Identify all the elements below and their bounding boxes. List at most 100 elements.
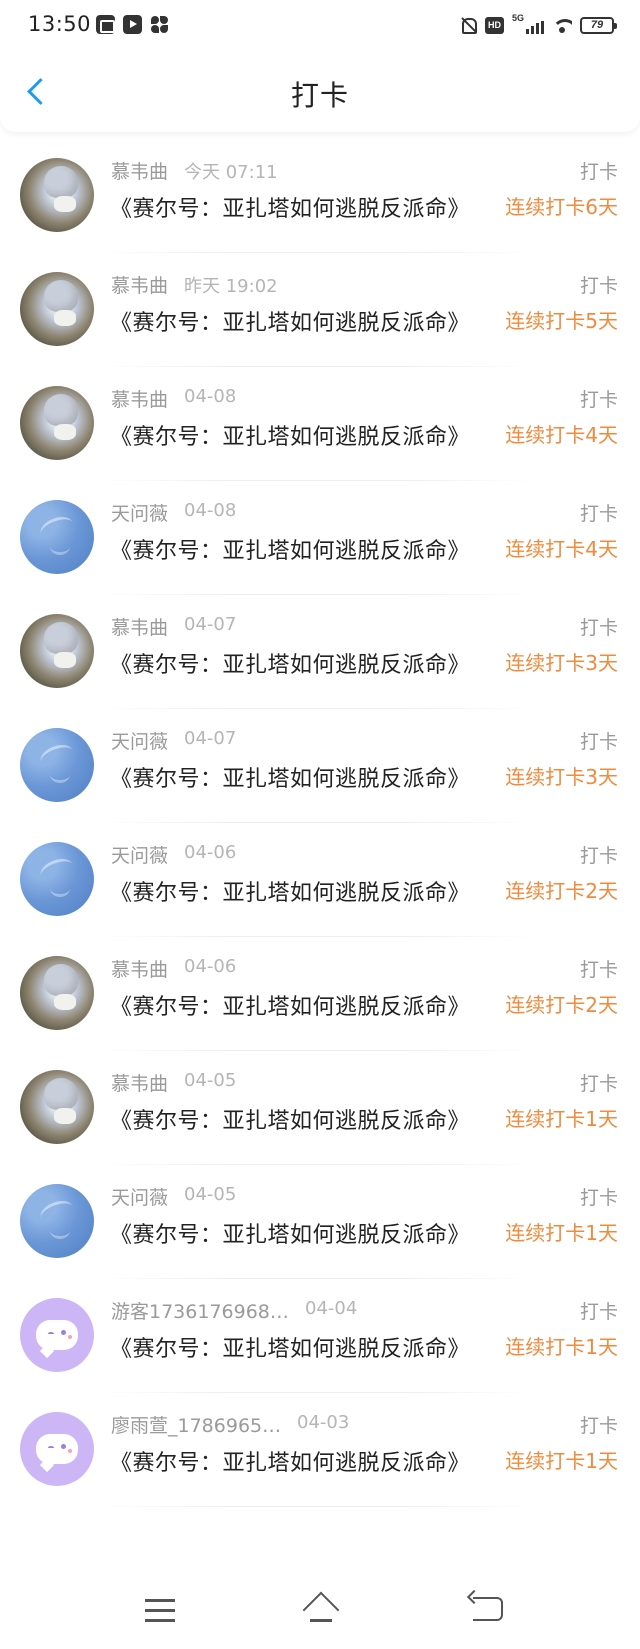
row-divider bbox=[96, 366, 536, 367]
streak-label: 连续打卡1天 bbox=[505, 1107, 618, 1131]
book-title[interactable]: 《赛尔号：亚扎塔如何逃脱反派命》 bbox=[110, 761, 470, 793]
mute-bell-icon bbox=[459, 16, 477, 34]
user-name[interactable]: 天问薇 bbox=[111, 499, 168, 526]
avatar[interactable] bbox=[20, 614, 94, 688]
checkin-item[interactable]: 慕韦曲 04-07 打卡 《赛尔号：亚扎塔如何逃脱反派命》 连续打卡3天 bbox=[0, 598, 640, 712]
row-divider bbox=[96, 1506, 536, 1507]
checkin-time: 今天 07:11 bbox=[184, 162, 278, 183]
row-divider bbox=[96, 936, 536, 937]
checkin-time: 04-06 bbox=[184, 842, 237, 863]
checkin-item[interactable]: 天问薇 04-06 打卡《赛尔号：亚扎塔如何逃脱反派命》 连续打卡2天 bbox=[0, 826, 640, 940]
book-title[interactable]: 《赛尔号：亚扎塔如何逃脱反派命》 bbox=[110, 875, 470, 907]
user-name[interactable]: 天问薇 bbox=[111, 1183, 168, 1210]
checkin-time: 04-05 bbox=[184, 1070, 237, 1091]
checkin-item[interactable]: 慕韦曲 昨天 19:02 打卡 《赛尔号：亚扎塔如何逃脱反派命》 连续打卡5天 bbox=[0, 256, 640, 370]
avatar[interactable] bbox=[20, 1412, 94, 1486]
book-title[interactable]: 《赛尔号：亚扎塔如何逃脱反派命》 bbox=[110, 419, 470, 451]
avatar[interactable] bbox=[20, 272, 94, 346]
action-label: 打卡 bbox=[579, 389, 618, 411]
avatar[interactable] bbox=[20, 1070, 94, 1144]
checkin-time: 04-04 bbox=[305, 1298, 358, 1319]
action-label: 打卡 bbox=[579, 1301, 618, 1323]
book-title[interactable]: 《赛尔号：亚扎塔如何逃脱反派命》 bbox=[110, 1217, 470, 1249]
user-name[interactable]: 天问薇 bbox=[111, 841, 168, 868]
checkin-item[interactable]: 慕韦曲 04-05 打卡《赛尔号：亚扎塔如何逃脱反派命》 连续打卡1天 bbox=[0, 1054, 640, 1168]
avatar[interactable] bbox=[20, 1184, 94, 1258]
action-label: 打卡 bbox=[579, 1073, 618, 1095]
streak-label: 连续打卡1天 bbox=[505, 1335, 618, 1359]
chat-bubble-icon bbox=[36, 1434, 78, 1464]
book-title[interactable]: 《赛尔号：亚扎塔如何逃脱反派命》 bbox=[110, 533, 470, 565]
streak-label: 连续打卡6天 bbox=[505, 195, 618, 219]
book-title[interactable]: 《赛尔号：亚扎塔如何逃脱反派命》 bbox=[110, 191, 470, 223]
avatar[interactable] bbox=[20, 1298, 94, 1372]
streak-label: 连续打卡3天 bbox=[505, 765, 618, 789]
streak-label: 连续打卡2天 bbox=[505, 879, 618, 903]
book-title[interactable]: 《赛尔号：亚扎塔如何逃脱反派命》 bbox=[110, 989, 470, 1021]
checkin-item[interactable]: 天问薇 04-08 打卡 《赛尔号：亚扎塔如何逃脱反派命》 连续打卡4天 bbox=[0, 484, 640, 598]
checkin-time: 04-08 bbox=[184, 386, 237, 407]
row-divider bbox=[96, 708, 536, 709]
user-name[interactable]: 慕韦曲 bbox=[111, 613, 168, 640]
checkin-time: 04-06 bbox=[184, 956, 237, 977]
row-divider bbox=[96, 1164, 536, 1165]
book-title[interactable]: 《赛尔号：亚扎塔如何逃脱反派命》 bbox=[110, 305, 470, 337]
user-name[interactable]: 慕韦曲 bbox=[111, 385, 168, 412]
action-label: 打卡 bbox=[579, 731, 618, 753]
avatar[interactable] bbox=[20, 158, 94, 232]
checkin-time: 04-03 bbox=[297, 1412, 350, 1433]
hd-icon: HD bbox=[485, 16, 504, 34]
checkin-item[interactable]: 慕韦曲 04-08 打卡《赛尔号：亚扎塔如何逃脱反派命》 连续打卡4天 bbox=[0, 370, 640, 484]
checkin-item[interactable]: 天问薇 04-07 打卡 《赛尔号：亚扎塔如何逃脱反派命》 连续打卡3天 bbox=[0, 712, 640, 826]
checkin-item[interactable]: 慕韦曲 今天 07:11 打卡《赛尔号：亚扎塔如何逃脱反派命》 连续打卡6天 bbox=[0, 142, 640, 256]
streak-label: 连续打卡4天 bbox=[505, 423, 618, 447]
avatar[interactable] bbox=[20, 728, 94, 802]
action-label: 打卡 bbox=[579, 1187, 618, 1209]
action-label: 打卡 bbox=[579, 161, 618, 183]
avatar[interactable] bbox=[20, 956, 94, 1030]
back-icon[interactable] bbox=[473, 1597, 503, 1621]
row-divider bbox=[96, 252, 536, 253]
action-label: 打卡 bbox=[579, 845, 618, 867]
checkin-item[interactable]: 廖雨萱_1786965… 04-03 打卡《赛尔号：亚扎塔如何逃脱反派命》 连续打卡1… bbox=[0, 1396, 640, 1510]
book-title[interactable]: 《赛尔号：亚扎塔如何逃脱反派命》 bbox=[110, 1331, 470, 1363]
streak-label: 连续打卡2天 bbox=[505, 993, 618, 1017]
network-label: 5G bbox=[512, 13, 525, 23]
user-name[interactable]: 慕韦曲 bbox=[111, 1069, 168, 1096]
streak-label: 连续打卡1天 bbox=[505, 1449, 618, 1473]
action-label: 打卡 bbox=[579, 1415, 618, 1437]
row-divider bbox=[96, 822, 536, 823]
row-divider bbox=[96, 1050, 536, 1051]
user-name[interactable]: 游客1736176968… bbox=[111, 1297, 289, 1324]
book-title[interactable]: 《赛尔号：亚扎塔如何逃脱反派命》 bbox=[110, 647, 470, 679]
streak-label: 连续打卡3天 bbox=[505, 651, 618, 675]
play-icon bbox=[123, 15, 142, 34]
status-bar: 13:50 HD 5G 79 bbox=[0, 0, 640, 52]
avatar[interactable] bbox=[20, 842, 94, 916]
book-title[interactable]: 《赛尔号：亚扎塔如何逃脱反派命》 bbox=[110, 1445, 470, 1477]
checkin-time: 04-08 bbox=[184, 500, 237, 521]
battery-icon: 79 bbox=[580, 16, 617, 34]
row-divider bbox=[96, 1278, 536, 1279]
user-name[interactable]: 天问薇 bbox=[111, 727, 168, 754]
checkin-time: 04-05 bbox=[184, 1184, 237, 1205]
menu-icon[interactable] bbox=[145, 1599, 175, 1622]
home-icon[interactable] bbox=[300, 1593, 342, 1625]
book-title[interactable]: 《赛尔号：亚扎塔如何逃脱反派命》 bbox=[110, 1103, 470, 1135]
avatar[interactable] bbox=[20, 500, 94, 574]
checkin-list: 慕韦曲 今天 07:11 打卡 《赛尔号：亚扎塔如何逃脱反派命》 连续打卡6天 慕韦曲 昨天… bbox=[0, 142, 640, 1510]
streak-label: 连续打卡1天 bbox=[505, 1221, 618, 1245]
checkin-item[interactable]: 天问薇 04-05 打卡《赛尔号：亚扎塔如何逃脱反派命》 连续打卡1天 bbox=[0, 1168, 640, 1282]
user-name[interactable]: 慕韦曲 bbox=[111, 271, 168, 298]
checkin-item[interactable]: 游客1736176968… 04-04 打卡《赛尔号：亚扎塔如何逃脱反派命》 连续打卡… bbox=[0, 1282, 640, 1396]
user-name[interactable]: 慕韦曲 bbox=[111, 157, 168, 184]
checkin-item[interactable]: 慕韦曲 04-06 打卡《赛尔号：亚扎塔如何逃脱反派命》 连续打卡2天 bbox=[0, 940, 640, 1054]
row-divider bbox=[96, 480, 536, 481]
action-label: 打卡 bbox=[579, 959, 618, 981]
user-name[interactable]: 慕韦曲 bbox=[111, 955, 168, 982]
pinwheel-icon bbox=[150, 15, 169, 34]
row-divider bbox=[96, 594, 536, 595]
page-title: 打卡 bbox=[290, 79, 349, 112]
avatar[interactable] bbox=[20, 386, 94, 460]
user-name[interactable]: 廖雨萱_1786965… bbox=[111, 1411, 281, 1438]
